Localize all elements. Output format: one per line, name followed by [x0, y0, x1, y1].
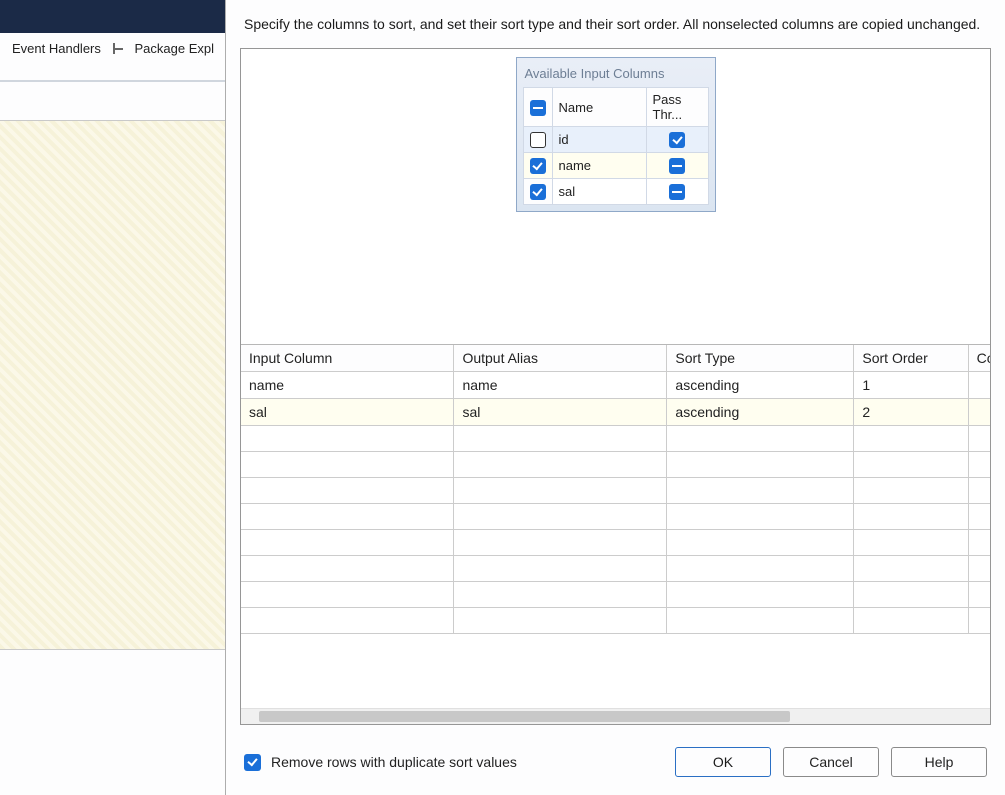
table-header-row: Name Pass Thr... — [523, 88, 708, 127]
tab-package-explorer[interactable]: Package Expl — [129, 37, 221, 60]
table-row[interactable] — [241, 504, 990, 530]
table-row[interactable]: name name ascending 1 — [241, 372, 990, 399]
table-row[interactable]: id — [523, 127, 708, 153]
row-select-checkbox[interactable] — [530, 158, 546, 174]
table-row[interactable] — [241, 452, 990, 478]
tab-event-handlers[interactable]: Event Handlers — [6, 37, 107, 60]
col-name-header[interactable]: Name — [552, 88, 646, 127]
col-sort-order[interactable]: Sort Order — [854, 345, 968, 372]
row-name: name — [552, 153, 646, 179]
table-row[interactable]: sal — [523, 179, 708, 205]
passthrough-toggle[interactable] — [669, 132, 685, 148]
horizontal-scrollbar[interactable] — [241, 708, 990, 724]
scrollbar-thumb[interactable] — [259, 711, 790, 722]
table-row[interactable]: sal sal ascending 2 — [241, 399, 990, 426]
cell-sort-order[interactable]: 2 — [854, 399, 968, 426]
passthrough-toggle[interactable] — [669, 158, 685, 174]
sort-definition-area: Input Column Output Alias Sort Type Sort… — [241, 344, 990, 724]
col-output-alias[interactable]: Output Alias — [454, 345, 667, 372]
cell-sort-type[interactable]: ascending — [667, 399, 854, 426]
dialog-content: Available Input Columns Name Pass Thr...… — [240, 48, 991, 725]
cell-sort-order[interactable]: 1 — [854, 372, 968, 399]
remove-duplicates-checkbox[interactable]: Remove rows with duplicate sort values — [244, 754, 663, 771]
cell-output-alias[interactable]: name — [454, 372, 667, 399]
checkbox-icon — [244, 754, 261, 771]
available-columns-area: Available Input Columns Name Pass Thr...… — [241, 49, 990, 344]
ok-button[interactable]: OK — [675, 747, 771, 777]
cell-sort-type[interactable]: ascending — [667, 372, 854, 399]
dialog-instruction: Specify the columns to sort, and set the… — [226, 0, 1005, 48]
dialog-footer: Remove rows with duplicate sort values O… — [226, 725, 1005, 795]
table-row[interactable]: name — [523, 153, 708, 179]
table-row[interactable] — [241, 582, 990, 608]
col-sort-type[interactable]: Sort Type — [667, 345, 854, 372]
table-row[interactable] — [241, 608, 990, 634]
available-columns-panel: Available Input Columns Name Pass Thr...… — [516, 57, 716, 212]
table-header-row: Input Column Output Alias Sort Type Sort… — [241, 345, 990, 372]
row-name: sal — [552, 179, 646, 205]
sort-grid[interactable]: Input Column Output Alias Sort Type Sort… — [241, 345, 990, 634]
editor-tabs: Event Handlers Package Expl — [0, 33, 220, 63]
cell-input-column[interactable]: name — [241, 372, 454, 399]
help-button[interactable]: Help — [891, 747, 987, 777]
cell-comparison[interactable] — [968, 399, 990, 426]
row-select-checkbox[interactable] — [530, 184, 546, 200]
table-row[interactable] — [241, 426, 990, 452]
row-select-checkbox[interactable] — [530, 132, 546, 148]
available-columns-title: Available Input Columns — [523, 64, 709, 87]
col-passthrough-header[interactable]: Pass Thr... — [646, 88, 708, 127]
row-name: id — [552, 127, 646, 153]
select-all-checkbox[interactable] — [530, 100, 546, 116]
sort-grid-scroll[interactable]: Input Column Output Alias Sort Type Sort… — [241, 345, 990, 708]
sort-transform-dialog: Specify the columns to sort, and set the… — [225, 0, 1005, 795]
designer-canvas — [0, 120, 225, 650]
cell-comparison[interactable] — [968, 372, 990, 399]
table-row[interactable] — [241, 530, 990, 556]
cell-output-alias[interactable]: sal — [454, 399, 667, 426]
remove-duplicates-label: Remove rows with duplicate sort values — [271, 754, 517, 770]
col-input-column[interactable]: Input Column — [241, 345, 454, 372]
passthrough-toggle[interactable] — [669, 184, 685, 200]
available-columns-grid[interactable]: Name Pass Thr... id name — [523, 87, 709, 205]
cell-input-column[interactable]: sal — [241, 399, 454, 426]
table-row[interactable] — [241, 556, 990, 582]
col-comparison[interactable]: Con — [968, 345, 990, 372]
tree-icon — [111, 41, 123, 56]
table-row[interactable] — [241, 478, 990, 504]
cancel-button[interactable]: Cancel — [783, 747, 879, 777]
